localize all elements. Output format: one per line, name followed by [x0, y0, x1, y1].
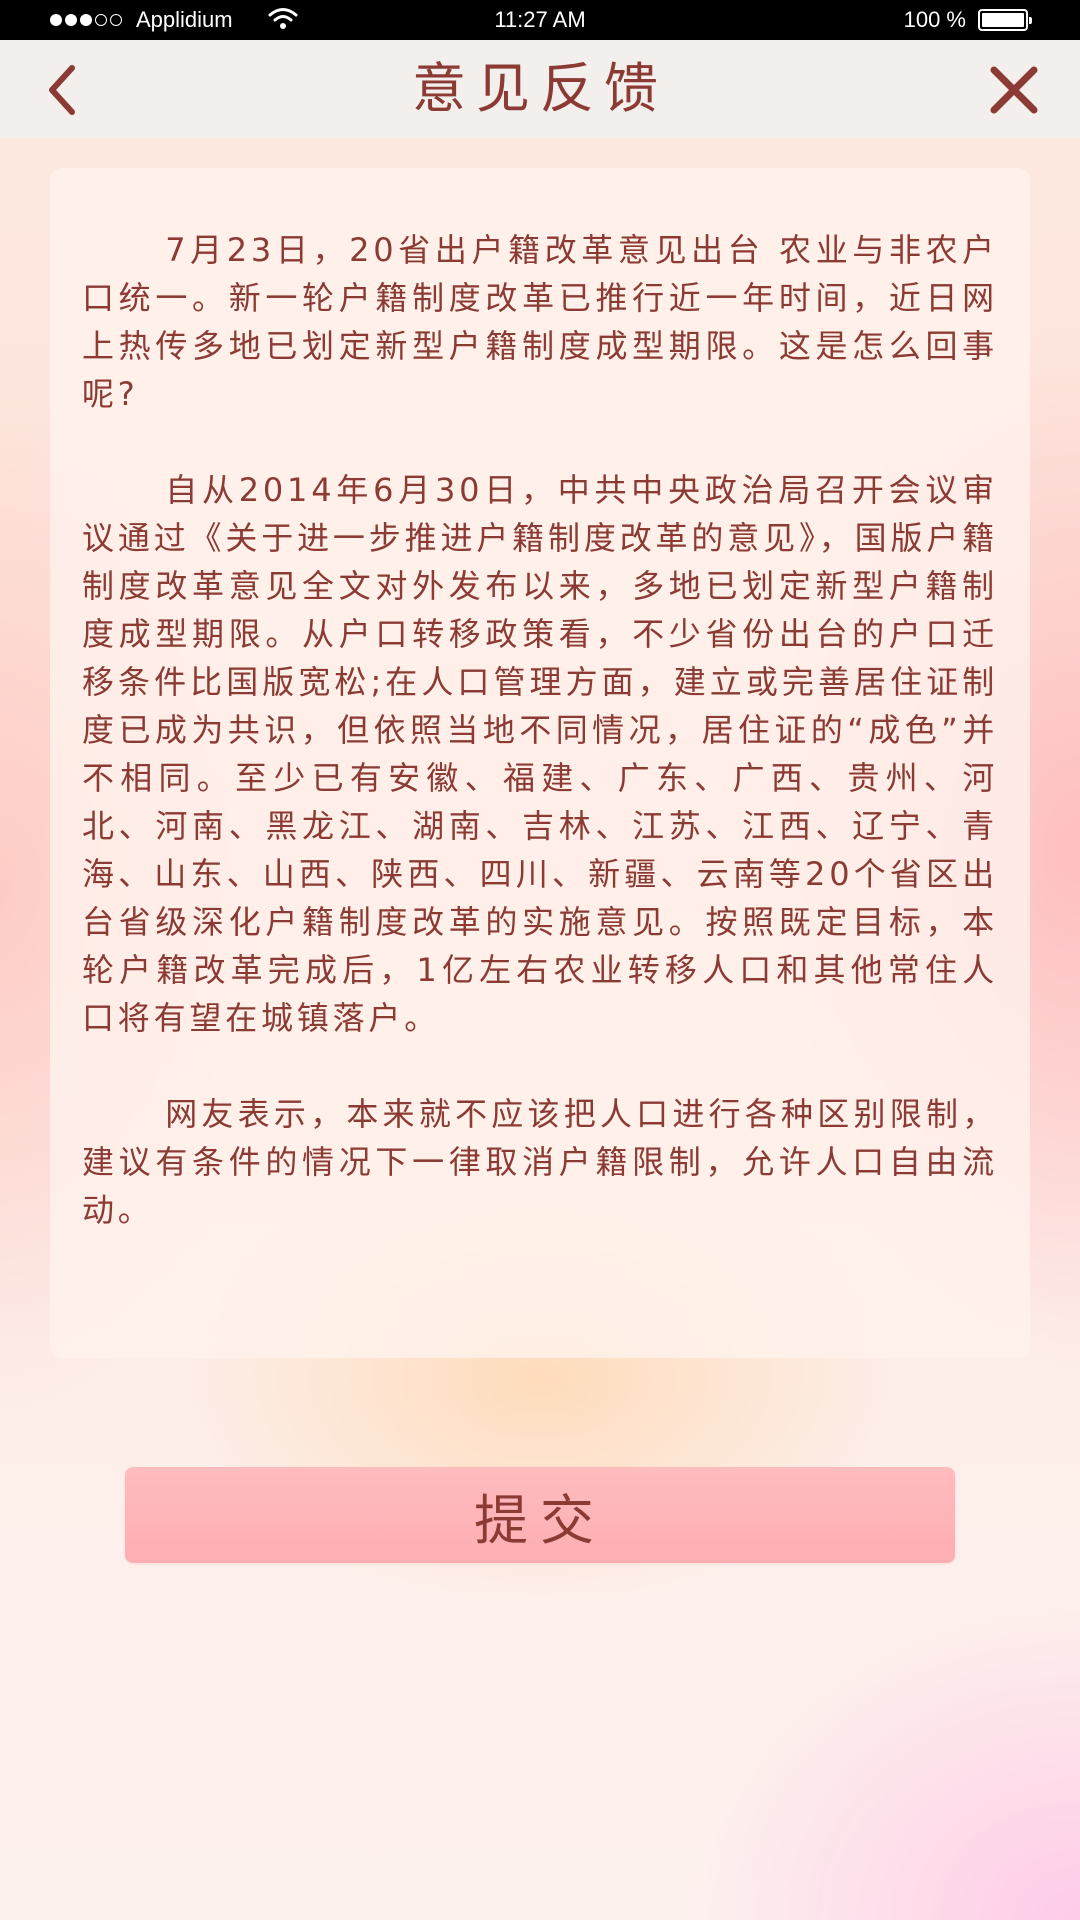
close-button[interactable]: [984, 60, 1044, 120]
article-paragraph-3: 网友表示，本来就不应该把人口进行各种区别限制，建议有条件的情况下一律取消户籍限制…: [82, 1095, 998, 1229]
battery-icon: [978, 9, 1032, 31]
article-paragraph-2: 自从2014年6月30日，中共中央政治局召开会议审议通过《关于进一步推进户籍制度…: [82, 471, 998, 1037]
close-icon: [990, 66, 1038, 114]
article-paragraph-1: 7月23日，20省出户籍改革意见出台 农业与非农户口统一。新一轮户籍制度改革已推…: [82, 231, 998, 413]
status-bar: Applidium 11:27 AM 100 %: [0, 0, 1080, 40]
page-title: 意见反馈: [412, 57, 668, 120]
navigation-bar: 意见反馈: [0, 40, 1080, 138]
battery-percent: 100 %: [903, 7, 966, 32]
submit-button[interactable]: 提交: [125, 1467, 955, 1563]
article-card: 7月23日，20省出户籍改革意见出台 农业与非农户口统一。新一轮户籍制度改革已推…: [50, 168, 1030, 1358]
